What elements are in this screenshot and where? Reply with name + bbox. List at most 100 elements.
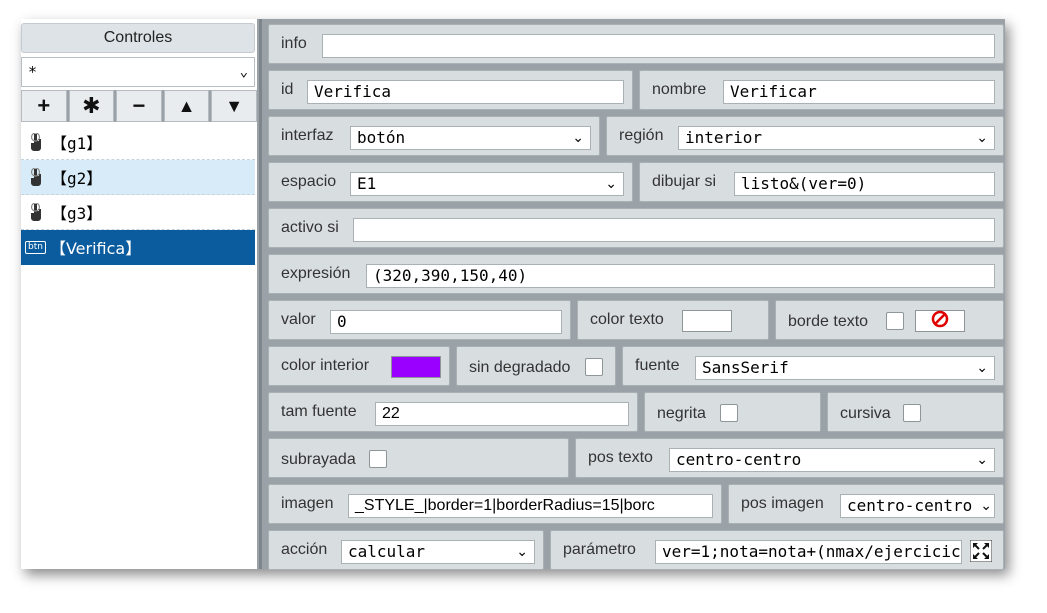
activo-si-input[interactable]	[353, 218, 995, 242]
list-item-label: 【g1】	[51, 134, 103, 153]
dibujar-si-input[interactable]: listo&(ver=0)	[734, 172, 995, 196]
list-item-label: 【g2】	[51, 169, 103, 188]
interfaz-label: interfaz	[281, 127, 334, 144]
color-interior-field: color interior	[268, 346, 450, 386]
chevron-down-icon: ⌄	[976, 360, 988, 376]
add-button[interactable]: +	[21, 90, 67, 122]
nombre-input[interactable]: Verificar	[723, 80, 995, 104]
chevron-down-icon: ⌄	[980, 498, 992, 514]
remove-button[interactable]: −	[116, 90, 162, 122]
nombre-field: nombre Verificar	[639, 70, 1004, 110]
espacio-label: espacio	[281, 173, 337, 190]
fuente-select[interactable]: SansSerif ⌄	[695, 356, 995, 380]
valor-input[interactable]: 0	[330, 310, 562, 334]
fuente-field: fuente SansSerif ⌄	[622, 346, 1004, 386]
hand-pointer-icon	[29, 168, 43, 186]
hand-pointer-icon	[29, 133, 43, 151]
pos-texto-label: pos texto	[588, 449, 653, 466]
parametro-label: parámetro	[563, 541, 636, 558]
espacio-value: E1	[357, 174, 377, 193]
editor-window: Controles * ⌄ + ✱ − ▲ ▼ 【g1】 【g2】 【g3】 b…	[21, 19, 1005, 570]
list-item-g1[interactable]: 【g1】	[21, 125, 255, 160]
parametro-input[interactable]: ver=1;nota=nota+(nmax/ejercicic	[655, 540, 962, 564]
list-item-verifica[interactable]: btn 【Verifica】	[21, 230, 255, 265]
sin-degradado-checkbox[interactable]	[585, 358, 603, 376]
controls-panel: Controles * ⌄ + ✱ − ▲ ▼ 【g1】 【g2】 【g3】 b…	[21, 19, 257, 569]
controls-list: 【g1】 【g2】 【g3】 btn 【Verifica】	[21, 125, 255, 265]
tam-fuente-input[interactable]: 22	[375, 402, 629, 426]
list-item-g3[interactable]: 【g3】	[21, 195, 255, 230]
imagen-input[interactable]: _STYLE_|border=1|borderRadius=15|borc	[348, 494, 713, 518]
region-label: región	[619, 127, 664, 144]
expresion-field: expresión (320,390,150,40)	[268, 254, 1004, 294]
list-item-g2[interactable]: 【g2】	[21, 160, 255, 195]
color-interior-swatch[interactable]	[391, 356, 441, 378]
negrita-field: negrita	[644, 392, 821, 432]
borde-texto-label: borde texto	[788, 313, 869, 330]
parametro-field: parámetro ver=1;nota=nota+(nmax/ejercici…	[550, 530, 1004, 570]
borde-texto-checkbox[interactable]	[886, 312, 904, 330]
pos-imagen-value: centro-centro	[847, 496, 973, 515]
controls-toolbar: + ✱ − ▲ ▼	[21, 90, 257, 122]
pos-texto-field: pos texto centro-centro ⌄	[575, 438, 1004, 478]
pos-imagen-field: pos imagen centro-centro ⌄	[728, 484, 1004, 524]
activo-si-label: activo si	[281, 219, 339, 236]
panel-title: Controles	[21, 23, 255, 53]
nombre-label: nombre	[652, 81, 707, 98]
subrayada-checkbox[interactable]	[369, 450, 387, 468]
accion-select[interactable]: calcular ⌄	[341, 540, 535, 564]
id-input[interactable]: Verifica	[307, 80, 624, 104]
accion-field: acción calcular ⌄	[268, 530, 544, 570]
valor-label: valor	[281, 311, 316, 328]
color-texto-swatch[interactable]	[682, 310, 732, 332]
pos-texto-value: centro-centro	[676, 450, 802, 469]
move-down-button[interactable]: ▼	[211, 90, 257, 122]
cursiva-label: cursiva	[840, 405, 891, 422]
cursiva-checkbox[interactable]	[903, 404, 921, 422]
espacio-select[interactable]: E1 ⌄	[350, 172, 624, 196]
fuente-value: SansSerif	[702, 358, 789, 377]
id-label: id	[281, 81, 294, 98]
negrita-label: negrita	[657, 405, 706, 422]
chevron-down-icon: ⌄	[572, 130, 584, 146]
region-select[interactable]: interior ⌄	[678, 126, 995, 150]
move-up-button[interactable]: ▲	[163, 90, 210, 122]
activo-si-field: activo si	[268, 208, 1004, 248]
chevron-down-icon: ⌄	[976, 130, 988, 146]
info-input[interactable]	[322, 34, 995, 58]
sin-degradado-label: sin degradado	[469, 359, 571, 376]
duplicate-button[interactable]: ✱	[68, 90, 115, 122]
filter-value: *	[28, 63, 38, 81]
tam-fuente-field: tam fuente 22	[268, 392, 638, 432]
subrayada-field: subrayada	[268, 438, 569, 478]
accion-label: acción	[281, 541, 328, 558]
button-type-icon: btn	[25, 240, 46, 254]
negrita-checkbox[interactable]	[720, 404, 738, 422]
expresion-label: expresión	[281, 265, 351, 282]
pos-imagen-select[interactable]: centro-centro ⌄	[840, 494, 995, 518]
region-value: interior	[685, 128, 763, 147]
no-symbol-icon	[931, 310, 949, 333]
chevron-down-icon: ⌄	[605, 176, 617, 192]
tam-fuente-label: tam fuente	[281, 403, 357, 420]
sin-degradado-field: sin degradado	[456, 346, 616, 386]
pos-texto-select[interactable]: centro-centro ⌄	[669, 448, 995, 472]
imagen-label: imagen	[281, 495, 334, 512]
interfaz-select[interactable]: botón ⌄	[350, 126, 591, 150]
expresion-input[interactable]: (320,390,150,40)	[366, 264, 995, 288]
info-label: info	[281, 35, 307, 52]
fuente-label: fuente	[635, 357, 680, 374]
filter-select[interactable]: * ⌄	[21, 57, 255, 87]
expand-icon[interactable]	[969, 539, 993, 563]
region-field: región interior ⌄	[606, 116, 1004, 156]
subrayada-label: subrayada	[281, 451, 356, 468]
color-texto-label: color texto	[590, 311, 664, 328]
borde-texto-color-button[interactable]	[915, 310, 965, 332]
id-field: id Verifica	[268, 70, 633, 110]
info-field: info	[268, 24, 1004, 64]
properties-panel: info id Verifica nombre Verificar interf…	[264, 19, 1005, 570]
imagen-field: imagen _STYLE_|border=1|borderRadius=15|…	[268, 484, 722, 524]
accion-value: calcular	[348, 542, 426, 561]
chevron-down-icon: ⌄	[239, 64, 248, 80]
panel-splitter[interactable]	[259, 19, 262, 569]
